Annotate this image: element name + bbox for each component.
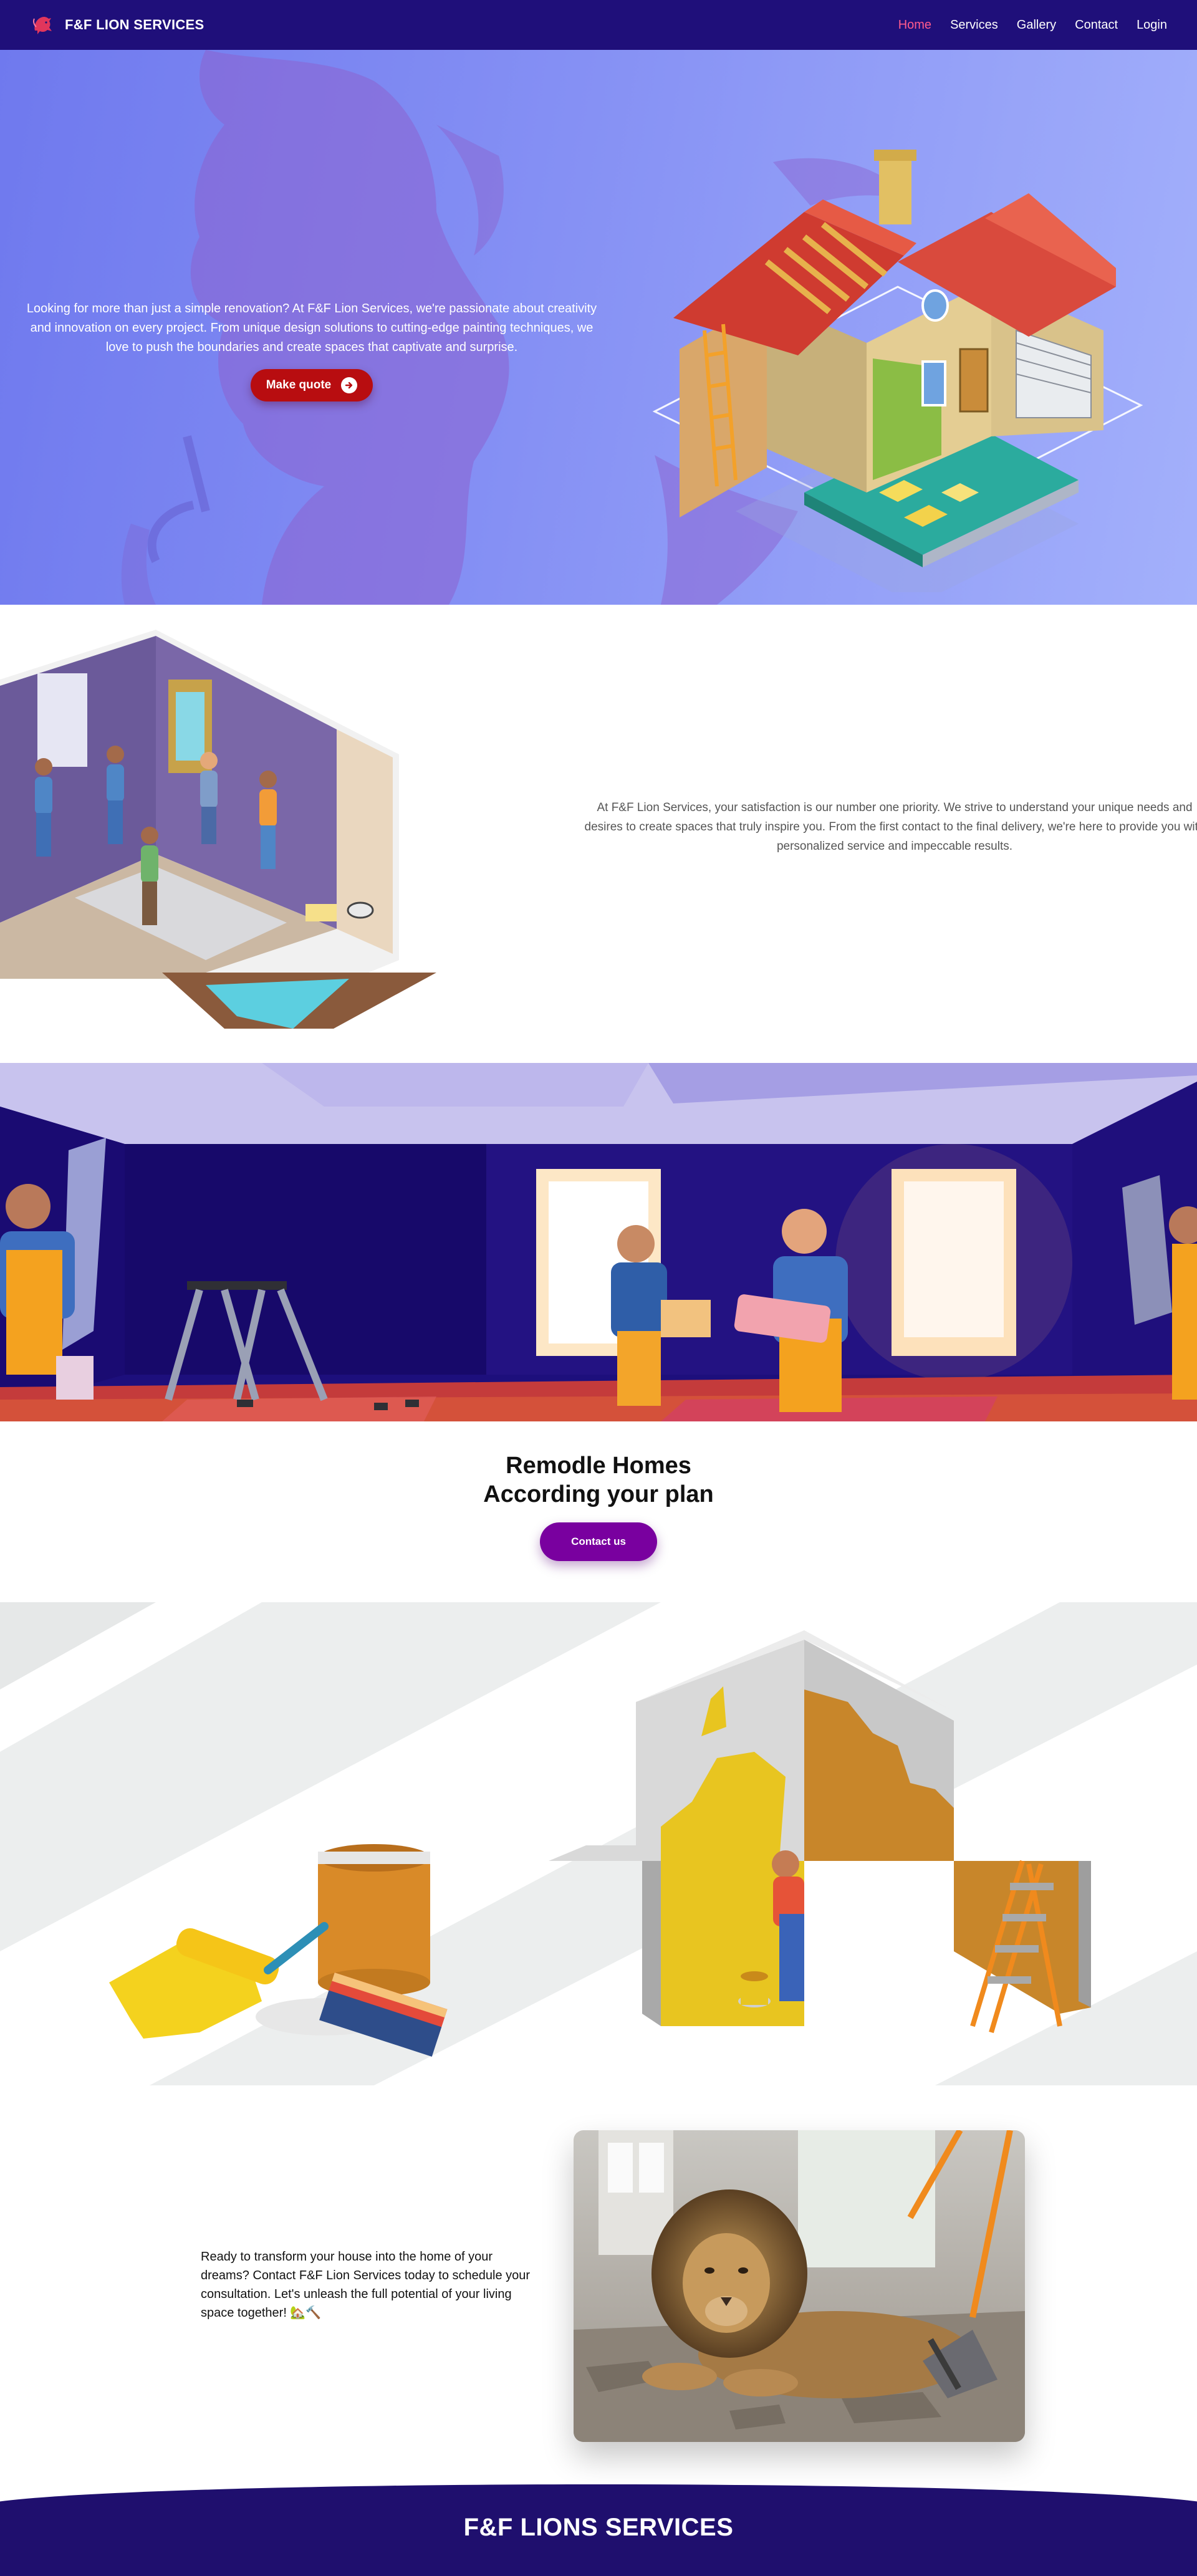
nav-item-services[interactable]: Services: [950, 18, 998, 32]
hero-section: Looking for more than just a simple reno…: [0, 50, 1197, 605]
brand[interactable]: F&F LION SERVICES: [30, 12, 204, 38]
main-menu: Home Services Gallery Contact Login: [898, 18, 1167, 32]
page: F&F LION SERVICES Home Services Gallery …: [0, 0, 1197, 2576]
cta-title-line1: Remodle Homes: [506, 1453, 691, 1479]
hero-description: Looking for more than just a simple reno…: [26, 302, 597, 354]
painting-illustration: [0, 1602, 1197, 2085]
nav-item-gallery[interactable]: Gallery: [1017, 18, 1056, 32]
footer-title: F&F LIONS SERVICES: [463, 2514, 734, 2541]
about-section: At F&F Lion Services, your satisfaction …: [0, 605, 1197, 1063]
renovation-room-illustration: [0, 630, 436, 1029]
make-quote-label: Make quote: [266, 378, 332, 392]
nav-item-contact[interactable]: Contact: [1075, 18, 1118, 32]
lion-renovation-photo: [574, 2130, 1025, 2442]
footer: F&F LIONS SERVICES: [0, 2484, 1197, 2576]
contact-us-button[interactable]: Contact us: [540, 1522, 657, 1561]
isometric-house-illustration: [652, 150, 1143, 592]
about-description: At F&F Lion Services, your satisfaction …: [584, 801, 1197, 853]
lion-logo-icon: [33, 16, 52, 34]
nav-item-login[interactable]: Login: [1137, 18, 1167, 32]
cta-section: Remodle Homes According your plan Contac…: [0, 1421, 1197, 1602]
nav-item-home[interactable]: Home: [898, 18, 931, 32]
workers-room-illustration: [0, 1063, 1197, 1421]
promo-description: Ready to transform your house into the h…: [201, 2250, 531, 2320]
arrow-right-circle-icon: [341, 377, 358, 393]
cta-title-line2: According your plan: [483, 1481, 714, 1507]
painting-section: [0, 1602, 1197, 2085]
navbar: F&F LION SERVICES Home Services Gallery …: [0, 0, 1197, 50]
workers-banner: [0, 1063, 1197, 1421]
promo-section: Ready to transform your house into the h…: [0, 2085, 1197, 2484]
make-quote-button[interactable]: Make quote: [251, 369, 373, 401]
lion-photo: [574, 2130, 1025, 2442]
brand-name: F&F LION SERVICES: [65, 17, 204, 32]
cta-title: Remodle Homes According your plan: [0, 1451, 1197, 1509]
